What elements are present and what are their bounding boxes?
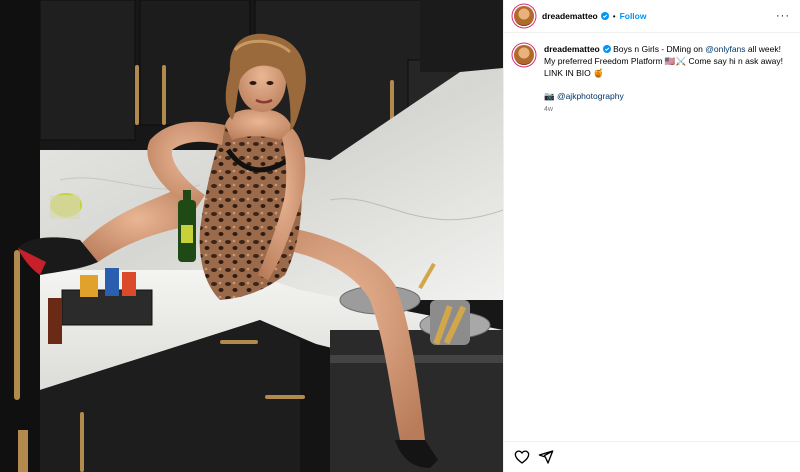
post-sidebar: dreadematteo • Follow ··· dreadematteo B… — [503, 0, 800, 472]
avatar[interactable] — [514, 6, 534, 26]
post-header: dreadematteo • Follow ··· — [504, 0, 800, 33]
header-username[interactable]: dreadematteo — [542, 11, 598, 21]
caption: dreadematteo Boys n Girls - DMing on @on… — [504, 33, 800, 116]
mention-photographer[interactable]: @ajkphotography — [557, 91, 624, 101]
photo-illustration — [0, 0, 503, 472]
instagram-post: dreadematteo • Follow ··· dreadematteo B… — [0, 0, 800, 472]
mention-onlyfans[interactable]: @onlyfans — [705, 44, 745, 54]
caption-text-part1: Boys n Girls - DMing on — [613, 44, 706, 54]
post-timestamp[interactable]: 4w — [544, 104, 788, 116]
caption-body: dreadematteo Boys n Girls - DMing on @on… — [544, 43, 788, 116]
heart-icon[interactable] — [514, 449, 530, 465]
caption-avatar[interactable] — [514, 45, 534, 65]
post-photo[interactable] — [0, 0, 503, 472]
caption-username[interactable]: dreadematteo — [544, 44, 600, 54]
camera-emoji-icon: 📷 — [544, 91, 557, 101]
more-options-icon[interactable]: ··· — [776, 10, 790, 22]
photo-credit: 📷 @ajkphotography — [544, 90, 788, 102]
verified-badge-icon — [600, 12, 609, 20]
follow-button[interactable]: Follow — [620, 11, 647, 21]
action-bar — [504, 441, 800, 472]
verified-badge-icon — [602, 45, 611, 53]
separator-dot: • — [612, 11, 616, 21]
paper-plane-icon[interactable] — [538, 449, 554, 465]
